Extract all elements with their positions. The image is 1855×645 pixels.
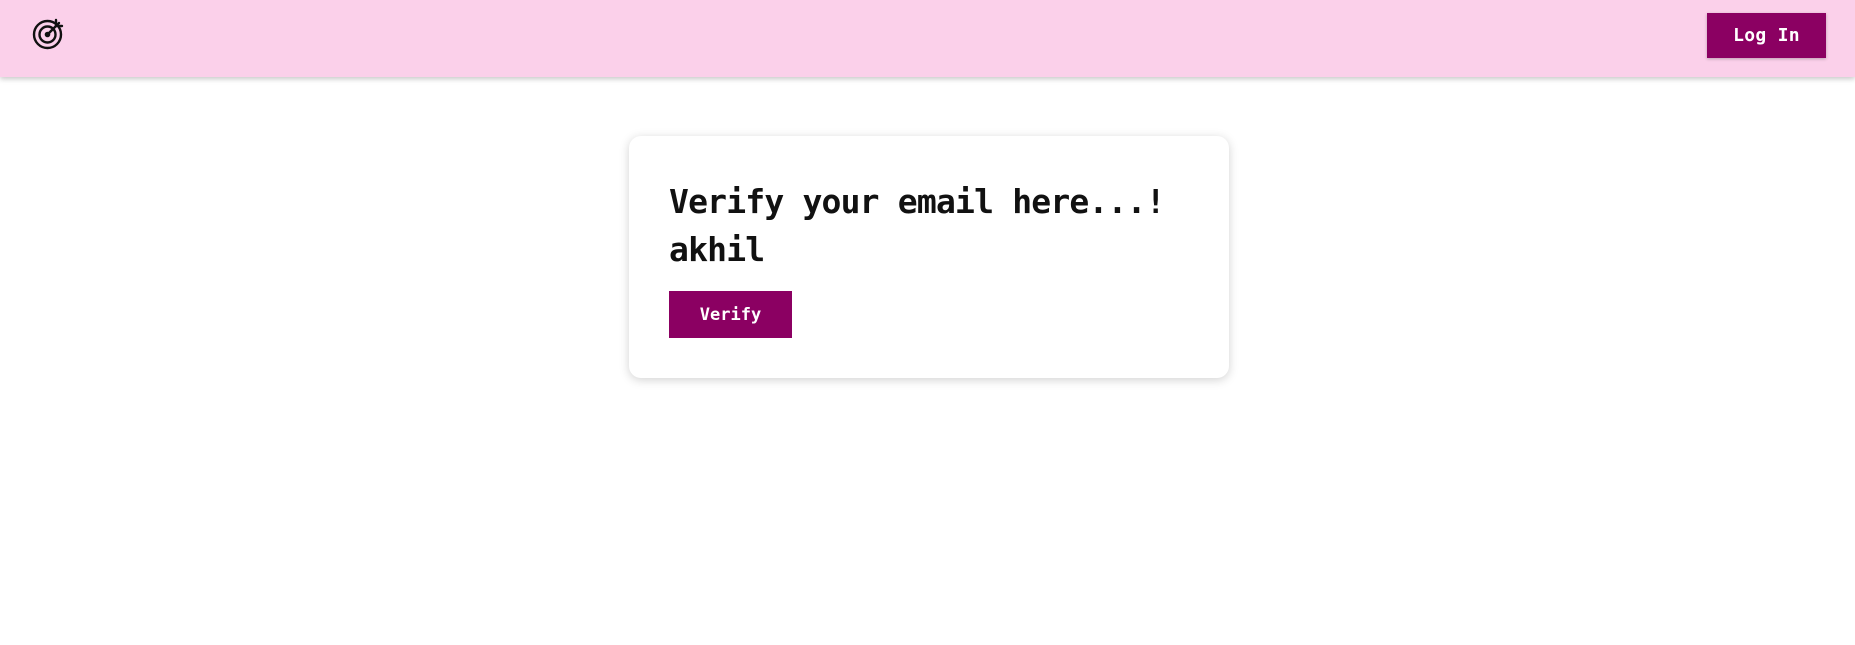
target-icon bbox=[32, 18, 64, 50]
verify-email-card: Verify your email here...! akhil Verify bbox=[629, 136, 1229, 378]
card-title-username: akhil bbox=[669, 230, 765, 269]
login-button[interactable]: Log In bbox=[1707, 13, 1826, 58]
verify-button[interactable]: Verify bbox=[669, 291, 792, 338]
card-title-line-1: Verify your email here...! bbox=[669, 182, 1166, 221]
card-title: Verify your email here...! akhil bbox=[669, 178, 1189, 274]
target-logo-icon[interactable] bbox=[32, 16, 66, 50]
top-navbar: Log In bbox=[0, 0, 1855, 77]
